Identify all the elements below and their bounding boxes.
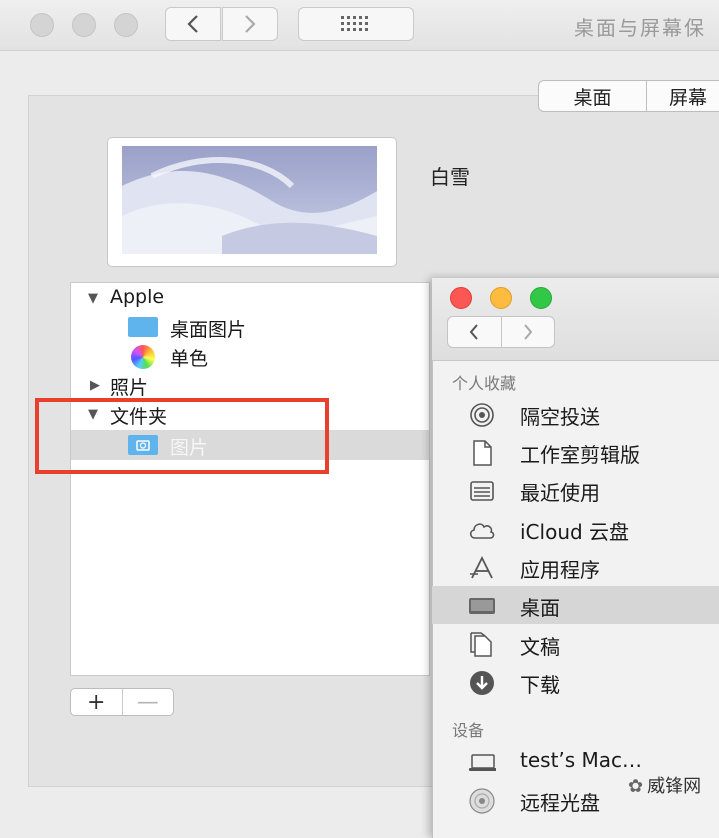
finder-nav-buttons: [447, 316, 555, 348]
source-group-photos[interactable]: 照片: [110, 373, 148, 400]
sidebar-item-label: 文稿: [520, 635, 560, 659]
finder-forward-button[interactable]: [502, 317, 555, 347]
source-group-apple[interactable]: Apple: [110, 286, 164, 308]
sidebar-item-recents[interactable]: 最近使用: [432, 471, 719, 509]
finder-back-button[interactable]: [448, 317, 502, 347]
minimize-button[interactable]: [72, 13, 96, 37]
desktop-icon: [468, 594, 496, 618]
recents-icon: [468, 479, 496, 503]
sidebar-item-label: 工作室剪辑版: [520, 443, 640, 467]
finder-close-button[interactable]: [450, 287, 472, 309]
sidebar-item-label: 最近使用: [520, 481, 600, 505]
add-remove-control: + —: [70, 688, 174, 716]
watermark: ✿ 威锋网: [628, 772, 701, 798]
watermark-icon: ✿: [628, 776, 644, 797]
finder-minimize-button[interactable]: [490, 287, 512, 309]
cloud-icon: [468, 518, 496, 542]
disclosure-open-icon[interactable]: ▼: [88, 291, 98, 306]
downloads-icon: [468, 671, 496, 695]
sidebar-item-downloads[interactable]: 下载: [432, 663, 719, 701]
forward-button[interactable]: [222, 7, 278, 41]
add-folder-button[interactable]: +: [71, 689, 123, 715]
sidebar-item-label: 下载: [520, 673, 560, 697]
sidebar-item-label: iCloud 云盘: [520, 520, 630, 544]
sidebar-header-devices: 设备: [452, 721, 485, 740]
sidebar-item-label: 桌面: [520, 596, 560, 620]
folder-icon: [128, 317, 158, 337]
wallpaper-name: 白雪: [430, 165, 470, 189]
remove-folder-button[interactable]: —: [123, 689, 174, 715]
back-button[interactable]: [165, 7, 221, 41]
zoom-button[interactable]: [114, 13, 138, 37]
color-wheel-icon: [131, 345, 155, 369]
close-button[interactable]: [30, 13, 54, 37]
sidebar-item-label: 应用程序: [520, 558, 600, 582]
show-all-button[interactable]: [298, 7, 414, 41]
sidebar-item-label: test’s Mac…: [520, 748, 643, 772]
sidebar-item-documents[interactable]: 文稿: [432, 625, 719, 663]
sidebar-item-label: 远程光盘: [520, 791, 600, 815]
annotation-highlight-box: [35, 398, 329, 474]
sidebar-item-applications[interactable]: 应用程序: [432, 548, 719, 586]
laptop-icon: [468, 750, 496, 774]
chevron-right-icon: [245, 15, 256, 33]
window-title: 桌面与屏幕保: [574, 16, 706, 40]
sidebar-item-desktop[interactable]: 桌面: [432, 586, 719, 624]
sidebar-item-icloud-drive[interactable]: iCloud 云盘: [432, 510, 719, 548]
source-item-desktop-pictures[interactable]: 桌面图片: [170, 315, 246, 342]
tab-desktop[interactable]: 桌面: [538, 80, 647, 112]
wallpaper-source-list: [70, 282, 430, 676]
airdrop-icon: [468, 403, 496, 427]
disc-icon: [468, 788, 496, 814]
tab-screensaver[interactable]: 屏幕: [646, 80, 719, 112]
disclosure-closed-icon[interactable]: ▶: [90, 378, 100, 393]
watermark-text: 威锋网: [647, 776, 702, 797]
documents-icon: [468, 632, 496, 657]
finder-zoom-button[interactable]: [530, 287, 552, 309]
sidebar-header-favorites: 个人收藏: [452, 374, 517, 393]
sidebar-item-label: 隔空投送: [520, 405, 600, 429]
grid-icon: [341, 16, 368, 31]
wallpaper-preview-image: [122, 146, 377, 254]
sidebar-item-airdrop[interactable]: 隔空投送: [432, 395, 719, 433]
source-item-solid-colors[interactable]: 单色: [170, 344, 208, 371]
chevron-left-icon: [469, 324, 479, 340]
sidebar-item-studio-edit[interactable]: 工作室剪辑版: [432, 433, 719, 471]
chevron-left-icon: [187, 15, 198, 33]
chevron-right-icon: [523, 324, 533, 340]
document-icon: [468, 440, 496, 466]
applications-icon: [468, 555, 496, 580]
